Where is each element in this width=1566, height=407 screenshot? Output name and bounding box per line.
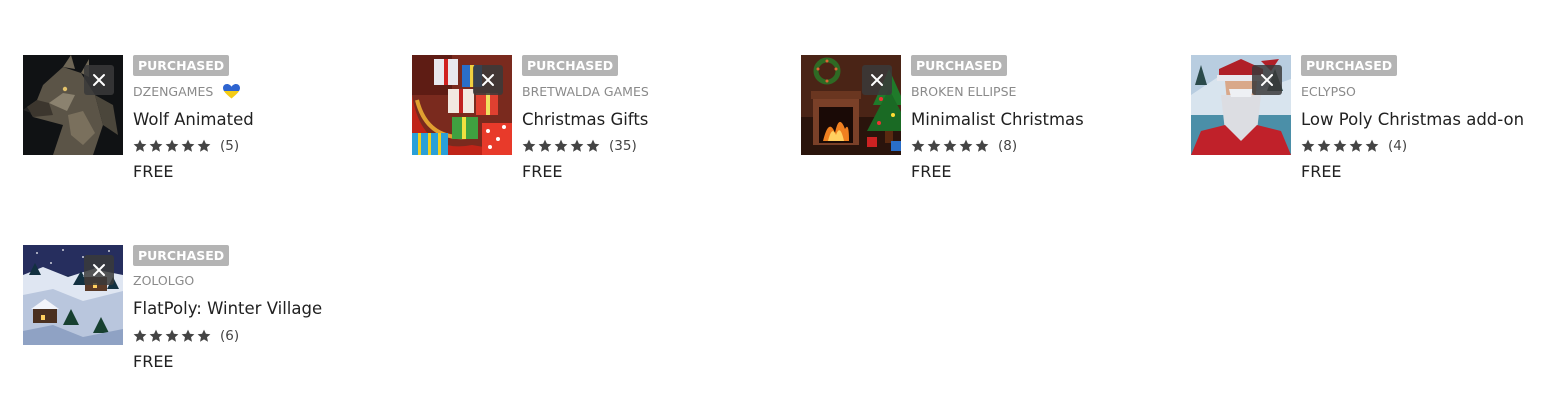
asset-title-link[interactable]: Minimalist Christmas — [911, 109, 1084, 131]
asset-list-page: { "assets": [ { "badge": "PURCHASED", "p… — [0, 0, 1566, 407]
asset-thumbnail-fireplace[interactable] — [801, 55, 901, 155]
asset-card[interactable]: PURCHASED BRETWALDA GAMES Christmas Gift… — [412, 55, 792, 181]
asset-title-link[interactable]: Low Poly Christmas add-on — [1301, 109, 1524, 131]
star-icon — [959, 139, 973, 152]
star-icon — [522, 139, 536, 152]
publisher-link[interactable]: DZENGAMES — [133, 84, 213, 99]
rating: (4) — [1301, 137, 1407, 155]
asset-card[interactable]: PURCHASED ZOLOLGO FlatPoly: Winter Villa… — [23, 245, 403, 371]
star-icon — [197, 139, 211, 152]
star-icon — [586, 139, 600, 152]
star-icon — [570, 139, 584, 152]
close-icon — [871, 74, 883, 86]
asset-thumbnail-gifts-sleigh[interactable] — [412, 55, 512, 155]
remove-button[interactable] — [473, 65, 503, 95]
publisher-link[interactable]: ECLYPSO — [1301, 84, 1356, 99]
star-icon — [165, 329, 179, 342]
star-icon — [165, 139, 179, 152]
star-icon — [181, 329, 195, 342]
publisher-link[interactable]: BRETWALDA GAMES — [522, 84, 649, 99]
asset-thumbnail-wolf[interactable] — [23, 55, 123, 155]
rating: (5) — [133, 137, 239, 155]
star-icon — [943, 139, 957, 152]
asset-card[interactable]: PURCHASED DZENGAMES Wolf Animated (5) FR… — [23, 55, 403, 181]
purchased-badge: PURCHASED — [133, 245, 230, 266]
price: FREE — [522, 162, 563, 181]
star-icon — [1301, 139, 1315, 152]
publisher-link[interactable]: ZOLOLGO — [133, 273, 194, 288]
asset-title-link[interactable]: FlatPoly: Winter Village — [133, 298, 322, 320]
star-icon — [133, 329, 147, 342]
rating: (35) — [522, 137, 637, 155]
star-icon — [975, 139, 989, 152]
asset-card[interactable]: PURCHASED BROKEN ELLIPSE Minimalist Chri… — [801, 55, 1181, 181]
purchased-badge: PURCHASED — [133, 55, 230, 76]
asset-title-link[interactable]: Wolf Animated — [133, 109, 254, 131]
publisher-name: DZENGAMES — [133, 84, 241, 100]
star-icon — [197, 329, 211, 342]
rating: (8) — [911, 137, 1017, 155]
remove-button[interactable] — [862, 65, 892, 95]
star-rating — [1301, 139, 1379, 153]
close-icon — [93, 264, 105, 276]
asset-card[interactable]: PURCHASED ECLYPSO Low Poly Christmas add… — [1191, 55, 1561, 181]
star-icon — [911, 139, 925, 152]
star-icon — [1349, 139, 1363, 152]
star-icon — [1317, 139, 1331, 152]
star-icon — [1333, 139, 1347, 152]
close-icon — [482, 74, 494, 86]
star-icon — [133, 139, 147, 152]
purchased-badge: PURCHASED — [1301, 55, 1398, 76]
publisher-name: BROKEN ELLIPSE — [911, 84, 1016, 100]
star-icon — [1365, 139, 1379, 152]
rating-count: (35) — [609, 138, 637, 154]
star-rating — [522, 139, 600, 153]
rating-count: (8) — [998, 138, 1018, 154]
price: FREE — [133, 352, 174, 371]
star-icon — [927, 139, 941, 152]
asset-thumbnail-low-poly-santa[interactable] — [1191, 55, 1291, 155]
star-rating — [133, 329, 211, 343]
price: FREE — [133, 162, 174, 181]
price: FREE — [1301, 162, 1342, 181]
star-icon — [554, 139, 568, 152]
publisher-link[interactable]: BROKEN ELLIPSE — [911, 84, 1016, 99]
price: FREE — [911, 162, 952, 181]
star-icon — [181, 139, 195, 152]
asset-thumbnail-winter-village[interactable] — [23, 245, 123, 345]
rating-count: (4) — [1388, 138, 1408, 154]
publisher-name: ECLYPSO — [1301, 84, 1356, 100]
rating: (6) — [133, 327, 239, 345]
rating-count: (6) — [220, 328, 240, 344]
purchased-badge: PURCHASED — [911, 55, 1008, 76]
rating-count: (5) — [220, 138, 240, 154]
purchased-badge: PURCHASED — [522, 55, 619, 76]
star-rating — [911, 139, 989, 153]
star-rating — [133, 139, 211, 153]
star-icon — [538, 139, 552, 152]
star-icon — [149, 139, 163, 152]
remove-button[interactable] — [1252, 65, 1282, 95]
star-icon — [149, 329, 163, 342]
publisher-name: BRETWALDA GAMES — [522, 84, 649, 100]
close-icon — [1261, 74, 1273, 86]
remove-button[interactable] — [84, 65, 114, 95]
remove-button[interactable] — [84, 255, 114, 285]
close-icon — [93, 74, 105, 86]
asset-title-link[interactable]: Christmas Gifts — [522, 109, 648, 131]
ukraine-heart-icon — [223, 84, 241, 99]
publisher-name: ZOLOLGO — [133, 273, 194, 289]
